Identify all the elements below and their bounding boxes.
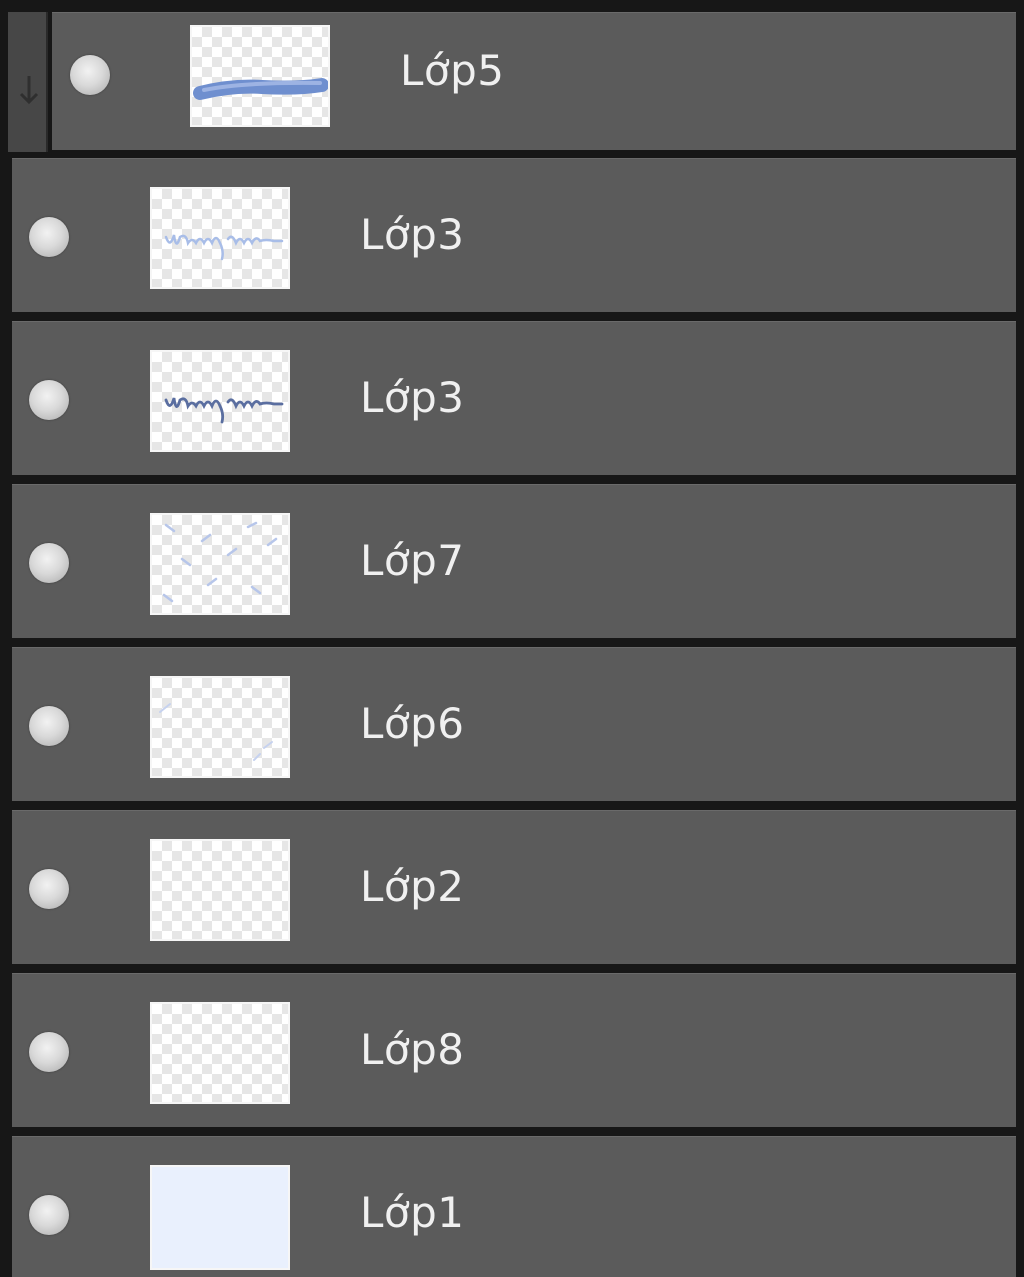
faint-marks-thumbnail-art bbox=[159, 703, 273, 761]
visibility-toggle-icon[interactable] bbox=[29, 543, 69, 583]
clipping-indicator bbox=[8, 12, 48, 152]
layer-row[interactable]: Lớp6 bbox=[12, 647, 1016, 801]
layer-row[interactable]: Lớp8 bbox=[12, 973, 1016, 1127]
clip-arrow-icon bbox=[19, 76, 39, 105]
layer-thumbnail bbox=[150, 1165, 290, 1270]
layer-name: Lớp8 bbox=[360, 1025, 465, 1074]
visibility-toggle-icon[interactable] bbox=[29, 217, 69, 257]
layer-row[interactable]: Lớp5 bbox=[52, 12, 1016, 150]
visibility-toggle-icon[interactable] bbox=[29, 869, 69, 909]
scattered-marks-thumbnail-art bbox=[162, 521, 278, 603]
layer-thumbnail bbox=[150, 1002, 290, 1104]
layer-thumbnail bbox=[150, 187, 290, 289]
layers-panel: Lớp5 Lớp3 Lớp3 Lớp7 Lớp6 Lớp2 Lớp8 Lớp1 bbox=[0, 0, 1024, 1277]
layer-name: Lớp5 bbox=[400, 46, 505, 95]
layer-row[interactable]: Lớp3 bbox=[12, 321, 1016, 475]
visibility-toggle-icon[interactable] bbox=[70, 55, 110, 95]
layer-thumbnail bbox=[150, 350, 290, 452]
handwriting-thumbnail-art bbox=[164, 397, 284, 424]
layer-row[interactable]: Lớp1 bbox=[12, 1136, 1016, 1277]
visibility-toggle-icon[interactable] bbox=[29, 380, 69, 420]
layer-row[interactable]: Lớp2 bbox=[12, 810, 1016, 964]
layer-name: Lớp6 bbox=[360, 699, 465, 748]
visibility-toggle-icon[interactable] bbox=[29, 1032, 69, 1072]
layer-thumbnail bbox=[150, 839, 290, 941]
layer-row[interactable]: Lớp3 bbox=[12, 158, 1016, 312]
visibility-toggle-icon[interactable] bbox=[29, 706, 69, 746]
layer-name: Lớp1 bbox=[360, 1188, 465, 1237]
handwriting-thumbnail-art bbox=[164, 234, 284, 261]
layer-name: Lớp3 bbox=[360, 210, 465, 259]
layer-thumbnail bbox=[190, 25, 330, 127]
layer-name: Lớp3 bbox=[360, 373, 465, 422]
layer-thumbnail bbox=[150, 513, 290, 615]
layer-name: Lớp7 bbox=[360, 536, 465, 585]
blue-stroke-thumbnail-art bbox=[193, 78, 328, 100]
layer-row[interactable]: Lớp7 bbox=[12, 484, 1016, 638]
layer-thumbnail bbox=[150, 676, 290, 778]
visibility-toggle-icon[interactable] bbox=[29, 1195, 69, 1235]
layer-name: Lớp2 bbox=[360, 862, 465, 911]
